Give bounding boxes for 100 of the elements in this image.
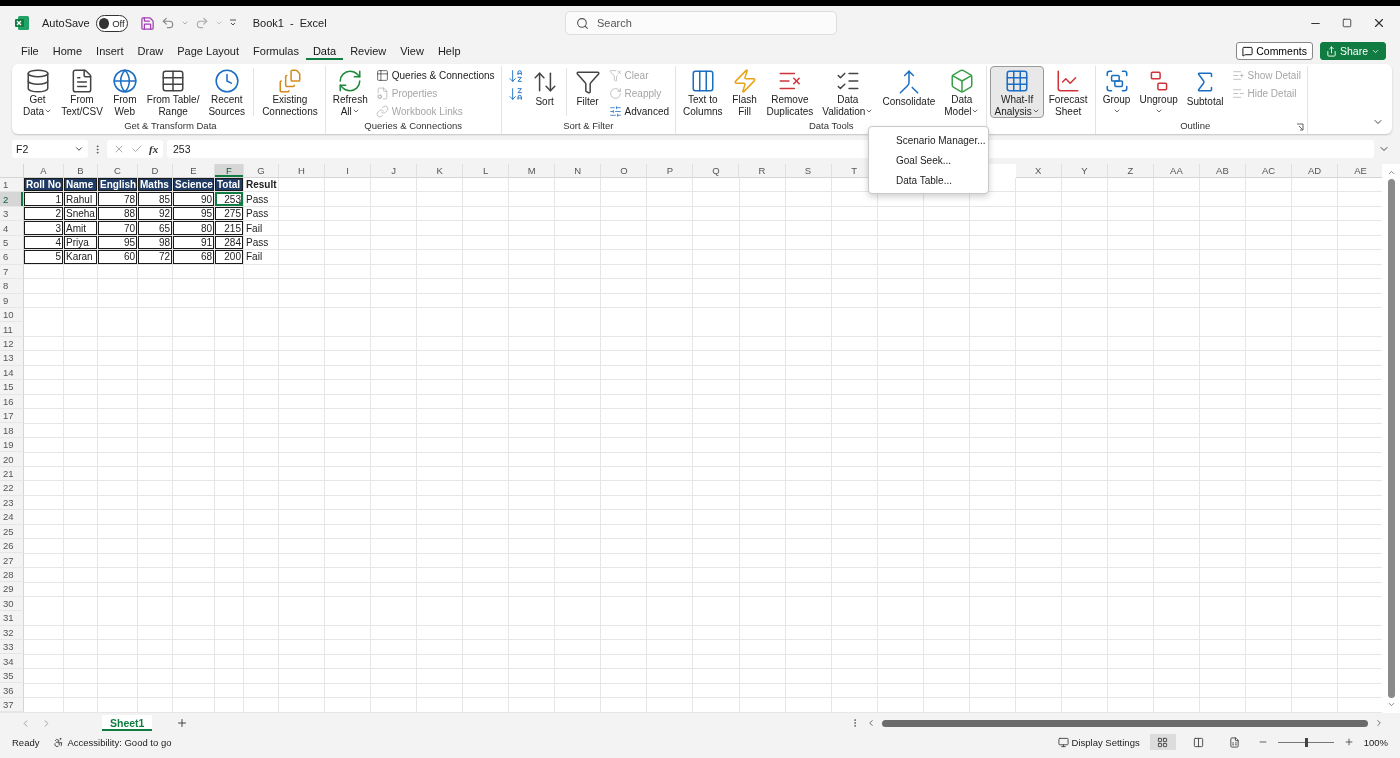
row-header[interactable]: 22 <box>0 481 24 496</box>
column-header[interactable]: AE <box>1338 164 1382 178</box>
row-header[interactable]: 8 <box>0 279 24 294</box>
scrollbar-thumb[interactable] <box>882 719 1368 727</box>
enter-icon[interactable] <box>131 143 143 155</box>
ribbon-button[interactable]: Data Validation <box>818 66 878 118</box>
add-sheet-icon[interactable] <box>176 717 189 729</box>
ribbon-button[interactable]: Data Model <box>940 66 984 118</box>
ribbon-tab[interactable]: Data <box>305 42 344 60</box>
ribbon-tab[interactable]: Page Layout <box>170 42 247 60</box>
row-header[interactable]: 29 <box>0 582 24 597</box>
save-icon[interactable] <box>139 15 155 31</box>
column-header[interactable]: E <box>173 164 215 178</box>
column-header[interactable]: X <box>1015 164 1062 178</box>
row-header[interactable]: 4 <box>0 221 24 236</box>
column-header[interactable]: Y <box>1061 164 1108 178</box>
column-header[interactable]: I <box>325 164 372 178</box>
row-header[interactable]: 17 <box>0 409 24 424</box>
launcher-icon[interactable] <box>1295 123 1304 131</box>
row-header[interactable]: 1 <box>0 178 24 193</box>
row-header[interactable]: 27 <box>0 553 24 568</box>
row-header[interactable]: 20 <box>0 452 24 467</box>
fill-handle[interactable] <box>239 201 243 206</box>
column-header[interactable]: AB <box>1199 164 1246 178</box>
column-header[interactable]: P <box>647 164 694 178</box>
column-header[interactable]: N <box>555 164 602 178</box>
column-header[interactable]: Z <box>1107 164 1154 178</box>
column-header[interactable]: K <box>417 164 464 178</box>
name-box[interactable]: F2 <box>12 140 88 158</box>
column-header[interactable]: J <box>371 164 418 178</box>
ribbon-button[interactable]: Get Data <box>19 66 57 118</box>
column-header[interactable]: AA <box>1153 164 1200 178</box>
ribbon-button[interactable]: Ungroup <box>1135 66 1182 118</box>
search-field[interactable]: Search <box>565 11 837 35</box>
column-header[interactable]: A <box>24 164 64 178</box>
restore-icon[interactable] <box>1342 18 1352 28</box>
customize-icon[interactable] <box>228 19 237 27</box>
column-header[interactable]: L <box>463 164 510 178</box>
ribbon-tab[interactable]: View <box>393 42 431 60</box>
scroll-right-icon[interactable] <box>1374 718 1384 728</box>
ribbon-tab[interactable]: Review <box>343 42 394 60</box>
ribbon-button[interactable]: From Web <box>107 66 142 118</box>
ribbon-button[interactable]: Subtotal <box>1182 66 1228 118</box>
column-header[interactable]: S <box>785 164 832 178</box>
insert-function-button[interactable]: fx <box>149 143 159 155</box>
row-header[interactable]: 11 <box>0 322 24 337</box>
scrollbar-thumb[interactable] <box>1387 179 1395 698</box>
column-header[interactable]: M <box>509 164 556 178</box>
column-header[interactable]: F <box>215 164 244 178</box>
column-header[interactable]: AC <box>1246 164 1293 178</box>
cancel-icon[interactable] <box>113 143 125 155</box>
scroll-left-icon[interactable] <box>866 718 876 728</box>
ribbon-button[interactable]: From Table/ Range <box>142 66 204 118</box>
ribbon-button[interactable]: Recent Sources <box>204 66 250 118</box>
column-header[interactable]: O <box>601 164 648 178</box>
ribbon-tab[interactable]: Draw <box>130 42 171 60</box>
row-header[interactable]: 6 <box>0 250 24 265</box>
row-header[interactable]: 13 <box>0 351 24 366</box>
ribbon-button[interactable]: Sort <box>527 66 562 118</box>
row-header[interactable]: 31 <box>0 611 24 626</box>
row-header[interactable]: 24 <box>0 510 24 525</box>
ribbon-button[interactable]: Forecast Sheet <box>1044 66 1092 118</box>
ribbon-button[interactable]: Text to Columns <box>679 66 727 118</box>
column-header[interactable]: H <box>279 164 326 178</box>
ribbon-button[interactable]: What-If Analysis <box>990 66 1044 118</box>
autosave-toggle[interactable]: Off <box>95 14 128 32</box>
column-header[interactable]: R <box>739 164 786 178</box>
display-settings-link[interactable]: Display Settings <box>1071 736 1140 748</box>
close-icon[interactable] <box>1372 16 1386 30</box>
redo-icon[interactable] <box>194 16 209 30</box>
ribbon-tab[interactable]: Help <box>430 42 468 60</box>
normal-view-button[interactable] <box>1149 734 1176 750</box>
ribbon-button[interactable]: Filter <box>570 66 605 118</box>
caret-icon[interactable] <box>180 19 189 27</box>
scroll-down-icon[interactable] <box>1386 700 1396 709</box>
ribbon-button[interactable]: Existing Connections <box>258 66 322 118</box>
scroll-up-icon[interactable] <box>1386 168 1396 177</box>
row-header[interactable]: 18 <box>0 423 24 438</box>
ribbon-button[interactable]: Remove Duplicates <box>762 66 818 118</box>
undo-icon[interactable] <box>160 16 175 30</box>
column-header[interactable]: B <box>64 164 98 178</box>
ribbon-button[interactable]: From Text/CSV <box>57 66 107 118</box>
ribbon-button[interactable]: Consolidate <box>878 66 940 118</box>
share-button[interactable]: Share <box>1319 42 1386 60</box>
column-header[interactable]: G <box>244 164 279 178</box>
row-header[interactable]: 2 <box>0 192 24 207</box>
ribbon-button[interactable]: Flash Fill <box>727 66 762 118</box>
zoom-in-icon[interactable] <box>1343 737 1354 747</box>
ribbon-button[interactable]: Advanced <box>605 103 673 120</box>
sheet-tab[interactable]: Sheet1 <box>102 715 153 731</box>
column-header[interactable]: AD <box>1292 164 1339 178</box>
ribbon-tab[interactable]: Home <box>45 42 90 60</box>
ribbon-button[interactable]: Refresh All <box>328 66 372 118</box>
ribbon-tab[interactable]: File <box>14 42 46 60</box>
row-header[interactable]: 36 <box>0 683 24 698</box>
zoom-thumb[interactable] <box>1304 737 1308 747</box>
column-header[interactable]: Q <box>693 164 740 178</box>
ribbon-button[interactable]: Queries & Connections <box>372 67 498 84</box>
ribbon-button[interactable]: Group <box>1098 66 1135 118</box>
ribbon-tab[interactable]: Insert <box>89 42 131 60</box>
